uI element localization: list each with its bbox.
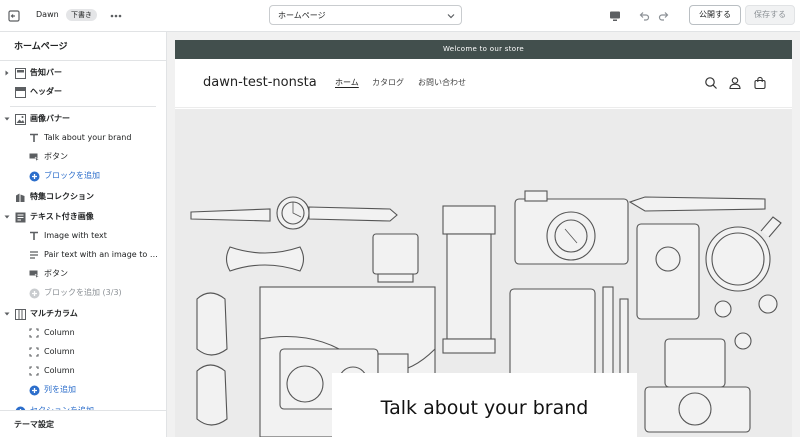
banner-content-box: Talk about your brand xyxy=(332,373,637,437)
storefront-preview: Welcome to our store dawn-test-nonsta ホー… xyxy=(175,40,792,437)
add-icon xyxy=(28,384,40,396)
block-column[interactable]: Column xyxy=(0,343,166,361)
block-heading[interactable]: Image with text xyxy=(0,227,166,245)
section-announcement-bar[interactable]: 告知バー xyxy=(0,64,166,82)
add-icon xyxy=(28,170,40,182)
text-icon xyxy=(28,230,40,242)
page-selector-value: ホームページ xyxy=(278,11,326,20)
add-block-button-disabled: ブロックを追加 (3/3) xyxy=(0,284,166,302)
section-featured-collection[interactable]: 特集コレクション xyxy=(0,188,166,206)
divider xyxy=(0,60,166,61)
more-actions-icon[interactable] xyxy=(108,8,124,24)
button-icon xyxy=(28,151,40,163)
divider xyxy=(10,106,156,107)
editor-topbar: Dawn 下書き ホームページ 公開する 保存する xyxy=(0,0,800,32)
header-icon xyxy=(14,86,26,98)
chevron-down-icon[interactable] xyxy=(4,116,10,122)
block-text[interactable]: Pair text with an image to focus on your… xyxy=(0,246,166,264)
block-column[interactable]: Column xyxy=(0,324,166,342)
column-icon xyxy=(28,346,40,358)
column-icon xyxy=(28,327,40,339)
block-label: Pair text with an image to focus on your… xyxy=(44,250,159,259)
announcement-bar[interactable]: Welcome to our store xyxy=(175,40,792,59)
nav-catalog[interactable]: カタログ xyxy=(372,78,404,88)
exit-icon[interactable] xyxy=(6,8,22,24)
store-header: dawn-test-nonsta ホーム カタログ お問い合わせ xyxy=(175,59,792,108)
block-label: Column xyxy=(44,347,75,356)
theme-name: Dawn xyxy=(36,10,59,19)
store-logo-text[interactable]: dawn-test-nonsta xyxy=(203,75,317,91)
block-label: Image with text xyxy=(44,231,107,240)
search-icon[interactable] xyxy=(704,76,718,90)
block-label: Talk about your brand xyxy=(44,133,132,142)
section-image-with-text[interactable]: テキスト付き画像 xyxy=(0,208,166,226)
theme-settings-button[interactable]: テーマ設定 xyxy=(0,410,166,437)
add-block-button[interactable]: ブロックを追加 xyxy=(0,167,166,185)
add-block-label: ブロックを追加 xyxy=(44,171,100,180)
publish-button[interactable]: 公開する xyxy=(689,5,741,25)
add-column-button[interactable]: 列を追加 xyxy=(0,381,166,399)
nav-home[interactable]: ホーム xyxy=(335,78,359,88)
desktop-preview-icon[interactable] xyxy=(607,8,623,24)
section-label: 告知バー xyxy=(30,68,62,77)
section-header[interactable]: ヘッダー xyxy=(0,83,166,101)
banner-heading: Talk about your brand xyxy=(380,397,589,419)
chevron-right-icon[interactable] xyxy=(4,70,10,76)
cart-icon[interactable] xyxy=(753,76,767,90)
image-icon xyxy=(14,113,26,125)
undo-icon[interactable] xyxy=(636,8,652,24)
status-badge: 下書き xyxy=(66,9,97,21)
section-label: テキスト付き画像 xyxy=(30,212,94,221)
add-block-label: ブロックを追加 (3/3) xyxy=(44,288,122,297)
chevron-down-icon[interactable] xyxy=(4,214,10,220)
page-selector[interactable]: ホームページ xyxy=(269,5,462,25)
text-icon xyxy=(28,132,40,144)
section-label: 特集コレクション xyxy=(30,192,94,201)
image-banner[interactable]: Talk about your brand xyxy=(175,109,792,437)
column-icon xyxy=(28,365,40,377)
add-icon xyxy=(28,287,40,299)
chevron-down-icon xyxy=(447,14,455,19)
columns-icon xyxy=(14,308,26,320)
section-label: ヘッダー xyxy=(30,87,62,96)
add-column-label: 列を追加 xyxy=(44,385,76,394)
button-icon xyxy=(28,268,40,280)
save-button[interactable]: 保存する xyxy=(745,5,795,25)
section-label: マルチカラム xyxy=(30,309,78,318)
chevron-down-icon[interactable] xyxy=(4,311,10,317)
image-text-icon xyxy=(14,211,26,223)
redo-icon[interactable] xyxy=(656,8,672,24)
block-label: Column xyxy=(44,366,75,375)
nav-contact[interactable]: お問い合わせ xyxy=(418,78,466,88)
block-button[interactable]: ボタン xyxy=(0,148,166,166)
account-icon[interactable] xyxy=(728,76,742,90)
block-column[interactable]: Column xyxy=(0,362,166,380)
section-label: 画像バナー xyxy=(30,114,70,123)
block-label: Column xyxy=(44,328,75,337)
block-heading[interactable]: Talk about your brand xyxy=(0,129,166,147)
block-label: ボタン xyxy=(44,152,68,161)
sidebar-title: ホームページ xyxy=(14,42,68,52)
section-multicolumn[interactable]: マルチカラム xyxy=(0,305,166,323)
block-label: ボタン xyxy=(44,269,68,278)
section-image-banner[interactable]: 画像バナー xyxy=(0,110,166,128)
block-button[interactable]: ボタン xyxy=(0,265,166,283)
collection-icon xyxy=(14,191,26,203)
sections-sidebar: ホームページ 告知バー ヘッダー 画像バナー Talk about your b… xyxy=(0,32,167,437)
announcement-icon xyxy=(14,67,26,79)
theme-settings-label: テーマ設定 xyxy=(14,420,54,429)
paragraph-icon xyxy=(28,249,40,261)
